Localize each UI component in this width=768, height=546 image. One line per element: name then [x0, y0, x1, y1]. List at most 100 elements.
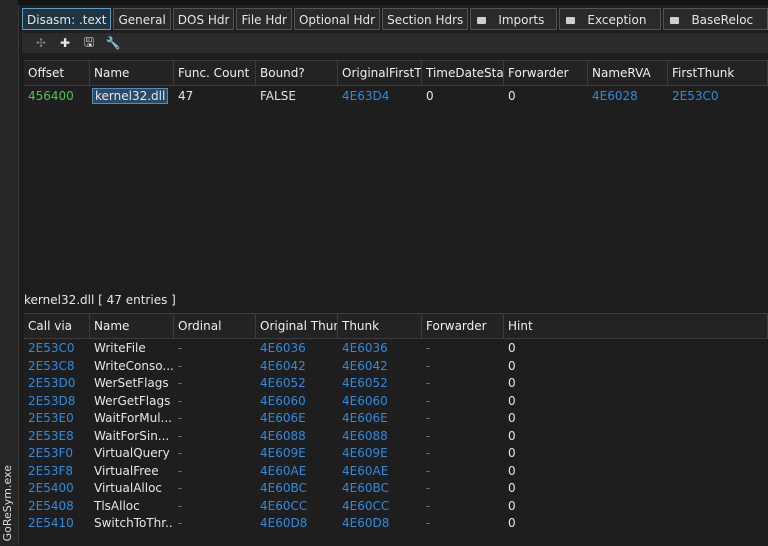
cell-name: TlsAlloc [94, 498, 140, 513]
cell-call-via: 2E53E8 [28, 428, 74, 443]
cell-thunk: 4E6088 [342, 428, 388, 443]
move-icon[interactable]: ✣ [32, 36, 50, 50]
cell-name: VirtualFree [94, 463, 159, 478]
column-header[interactable]: Name [90, 61, 174, 85]
list-item[interactable]: 2E5400 VirtualAlloc - 4E60BC 4E60BC - 0 [24, 480, 768, 497]
cell-original-thunk: 4E609E [260, 446, 306, 460]
cell-ordinal: - [178, 481, 183, 495]
cell-call-via: 2E53F8 [28, 463, 74, 478]
column-header[interactable]: Func. Count [174, 61, 256, 85]
functions-table: Call via Name Ordinal Original Thun Thunk For… [24, 313, 768, 546]
cell-original-thunk: 4E6052 [260, 376, 306, 390]
column-header[interactable]: Name [90, 314, 174, 338]
cell-forwarder: - [426, 463, 431, 478]
cell-hint: 0 [508, 428, 516, 443]
cell-name: WaitForMul... [94, 411, 172, 425]
add-icon[interactable]: ✚ [56, 36, 74, 50]
tab-disasm-text[interactable]: Disasm: .text [22, 8, 112, 30]
column-header[interactable]: Forwarder [422, 314, 504, 338]
list-item[interactable]: 2E53F8 VirtualFree - 4E60AE 4E60AE - 0 [24, 463, 768, 480]
list-item[interactable]: 2E5408 TlsAlloc - 4E60CC 4E60CC - 0 [24, 498, 768, 515]
cell-original-first-thunk: 4E63D4 [342, 89, 390, 103]
tab-basereloc[interactable]: BaseReloc [663, 8, 768, 30]
list-item[interactable]: 2E53D8 WerGetFlags -4E6060 4E6060-0 [24, 393, 768, 410]
cell-name: WerGetFlags [94, 393, 171, 408]
wrench-icon[interactable]: 🔧 [104, 36, 122, 50]
tab-imports[interactable]: Imports [470, 8, 558, 30]
cell-bound: FALSE [260, 89, 296, 103]
column-header[interactable]: TimeDateStar [422, 61, 504, 85]
tab-label: Disasm: .text [27, 13, 107, 27]
list-item[interactable]: 2E5410 SwitchToThr... -4E60D8 4E60D8-0 [24, 515, 768, 532]
cell-thunk: 4E606E [342, 411, 388, 425]
cell-call-via: 2E53D0 [28, 376, 76, 390]
cell-original-thunk: 4E60AE [260, 463, 307, 478]
column-header[interactable]: Original Thun [256, 314, 338, 338]
cell-ordinal: - [178, 498, 183, 513]
imports-table-header: Offset Name Func. Count Bound? OriginalFirst… [24, 61, 768, 86]
cell-ordinal: - [178, 446, 183, 460]
list-item[interactable]: 2E53E8 WaitForSin... -4E6088 4E6088-0 [24, 428, 768, 445]
cell-original-thunk: 4E60CC [260, 498, 308, 513]
list-item[interactable]: 2E53F0 VirtualQuery -4E609E 4E609E -0 [24, 445, 768, 462]
folder-icon [477, 17, 487, 24]
cell-forwarder: - [426, 393, 431, 408]
tab-general[interactable]: General [113, 8, 171, 30]
cell-forwarder: - [426, 411, 431, 425]
functions-list-title: kernel32.dll [ 47 entries ] [24, 290, 176, 310]
column-header[interactable]: FirstThunk [668, 61, 768, 85]
cell-hint: 0 [508, 446, 516, 460]
cell-ordinal: - [178, 428, 183, 443]
column-header[interactable]: Forwarder [504, 61, 588, 85]
cell-hint: 0 [508, 516, 516, 530]
column-header[interactable]: Thunk [338, 314, 422, 338]
cell-original-thunk: 4E6088 [260, 428, 306, 443]
cell-call-via: 2E53F0 [28, 446, 74, 460]
tab-optional-hdr[interactable]: Optional Hdr [293, 8, 381, 30]
column-header[interactable]: Offset [24, 61, 90, 85]
tab-label: General [118, 13, 166, 27]
tab-file-hdr[interactable]: File Hdr [236, 8, 292, 30]
list-item[interactable]: 2E53C0 WriteFile - 4E6036 4E6036 - 0 [24, 340, 768, 357]
selected-name[interactable]: kernel32.dll [91, 88, 169, 104]
cell-original-thunk: 4E6042 [260, 358, 306, 373]
column-header[interactable]: NameRVA [588, 61, 668, 85]
cell-thunk: 4E60CC [342, 498, 390, 513]
tab-label: Optional Hdr [298, 13, 376, 27]
column-header[interactable]: Hint [504, 314, 768, 338]
cell-name: SwitchToThr... [94, 516, 174, 530]
tab-label: File Hdr [241, 13, 287, 27]
table-row[interactable]: 456400 kernel32.dll 47 FALSE 4E63D4 0 0 4E6028 2… [24, 87, 768, 105]
list-item[interactable]: 2E53D0 WerSetFlags -4E6052 4E6052-0 [24, 375, 768, 392]
column-header[interactable]: Call via [24, 314, 90, 338]
cell-call-via: 2E53D8 [28, 393, 76, 408]
tab-dos-hdr[interactable]: DOS Hdr [172, 8, 235, 30]
column-header[interactable]: Bound? [256, 61, 338, 85]
cell-func-count: 47 [178, 89, 194, 103]
cell-hint: 0 [508, 341, 516, 355]
cell-name-rva: 4E6028 [592, 89, 638, 103]
cell-name: WriteConso... [94, 358, 174, 373]
cell-thunk: 4E60AE [342, 463, 389, 478]
column-header[interactable]: Ordinal [174, 314, 256, 338]
cell-call-via: 2E53E0 [28, 411, 74, 425]
dll-name-label: kernel32.dll [24, 293, 95, 307]
cell-hint: 0 [508, 481, 516, 495]
cell-original-thunk: 4E6036 [260, 341, 306, 355]
save-icon[interactable]: 🖫 [80, 33, 98, 54]
cell-hint: 0 [508, 411, 516, 425]
cell-name: kernel32.dll [90, 87, 174, 105]
cell-name: WriteFile [94, 341, 146, 355]
cell-hint: 0 [508, 393, 516, 408]
cell-ordinal: - [178, 358, 183, 373]
column-header[interactable]: OriginalFirstT [338, 61, 422, 85]
cell-name: VirtualAlloc [94, 481, 163, 495]
app-title: GoReSym.exe [1, 464, 14, 541]
list-item[interactable]: 2E53C8 WriteConso... -4E6042 4E6042-0 [24, 358, 768, 375]
cell-forwarder: - [426, 358, 431, 373]
cell-forwarder: - [426, 428, 431, 443]
cell-hint: 0 [508, 358, 516, 373]
list-item[interactable]: 2E53E0 WaitForMul... -4E606E 4E606E -0 [24, 410, 768, 427]
tab-section-hdrs[interactable]: Section Hdrs [382, 8, 469, 30]
tab-exception[interactable]: Exception [559, 8, 662, 30]
